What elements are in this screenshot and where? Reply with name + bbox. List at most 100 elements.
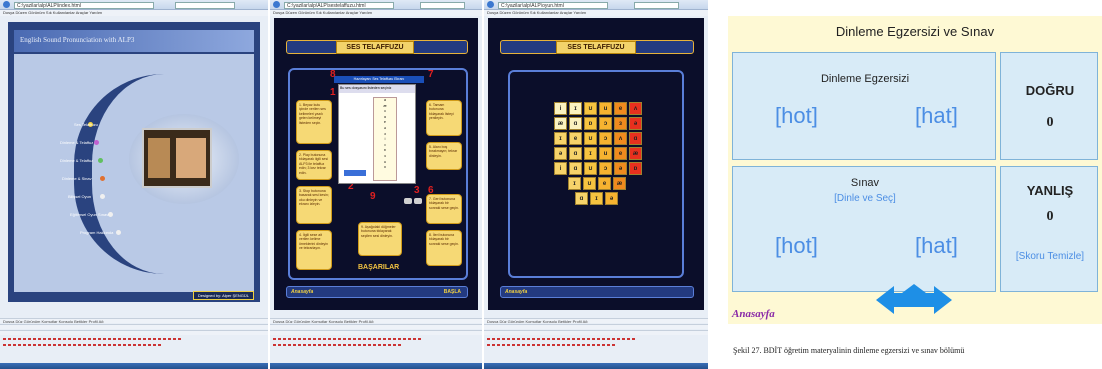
footer-bar: Anasayfa [500,286,694,298]
home-logo[interactable]: Anasayfa [291,289,313,295]
center-arrow-icon [902,284,926,293]
nav-dot-icon [100,176,105,181]
grid-cell[interactable]: ɪ [584,147,597,160]
grid-cell[interactable]: ɔ [599,117,612,130]
wrong-value: 0 [1046,209,1054,224]
grid-cell[interactable]: e [598,177,611,190]
grid-cell[interactable]: ʊ [583,177,596,190]
grid-cell[interactable]: ʌ [614,132,627,145]
grid-cell[interactable]: u [599,147,612,160]
grid-cell[interactable]: ɜ [614,117,627,130]
nav-item-4[interactable]: Dinleme & Sinav [62,176,92,181]
instruction-box-3: 3. Stop butonuna basarak sesi kesin; oku… [296,186,332,224]
grid-cell[interactable]: ə [554,147,567,160]
address-bar[interactable]: C:\yazilar\alp\ALP\sestelaffuzu.html [284,2,394,9]
start-link[interactable]: BAŞLA [444,289,461,295]
console-error-line [273,344,403,346]
exam-label: Sınav [850,177,880,189]
menu-bar: Dosya Düzen Görünüm Sık Kullanılanlar Ar… [0,10,268,16]
grid-cell[interactable]: ə [629,117,642,130]
console-error-line [487,338,637,340]
grid-cell[interactable]: ɑ [569,147,582,160]
grid-cell[interactable]: ɒ [584,117,597,130]
word-hot-button[interactable]: [hot] [775,103,818,129]
nav-dot-icon [116,230,121,235]
grid-cell[interactable]: ɑ [569,162,582,175]
grid-cell[interactable]: i [554,162,567,175]
grid-cell[interactable]: ʌ [629,102,642,115]
grid-cell[interactable]: ə [614,162,627,175]
figure-caption: Şekil 27. BDİT öğretim materyalinin dinl… [733,346,965,355]
panel-2-window: C:\yazilar\alp\ALP\sestelaffuzu.html Dos… [270,0,482,369]
sound-grid: iɪʊueʌæɑɒɔɜəɪeʊɔʌɑəɑɪueæiɑʊɔəɒɪʊeæɑɪə [554,102,644,212]
page-canvas: English Sound Pronunciation with ALP3 Se… [8,22,260,302]
devtools-menu: Dosya Düz Görünüm Komutlar Konsolu Betik… [270,318,482,323]
console-error-line [273,338,423,340]
play-button[interactable] [404,198,412,204]
devtools-tabs [0,324,268,329]
word-listbox[interactable]: a æ ʌ ɑ e ə ɜ i ɪ ɒ ɔ u ʊ [373,97,397,181]
nav-item-6[interactable]: Eğitimsel Oyun Sınavı [70,212,109,217]
console-error-line [3,344,163,346]
browser-back-icon[interactable] [487,1,494,8]
grid-cell[interactable]: ʊ [584,102,597,115]
stop-button[interactable] [414,198,422,204]
navigation-arrows-icon[interactable] [876,284,952,316]
grid-cell[interactable]: ɔ [599,132,612,145]
listening-exercise-label: Dinleme Egzersizi [820,73,910,85]
devtools-menu: Dosya Düz Görünüm Komutlar Konsolu Betik… [484,318,708,323]
nav-item-3[interactable]: Dinleme & Telaffuz [60,158,93,163]
grid-cell[interactable]: æ [629,147,642,160]
grid-cell[interactable]: e [614,102,627,115]
grid-cell[interactable]: ʊ [584,162,597,175]
grid-cell[interactable]: i [554,102,567,115]
page-canvas: SES TELAFFUZU iɪʊueʌæɑɒɔɜəɪeʊɔʌɑəɑɪueæiɑ… [488,18,704,310]
marker-7: 7 [428,69,434,80]
grid-cell[interactable]: æ [613,177,626,190]
correct-value: 0 [1046,115,1054,130]
panel-1-window: C:\yazilar\alp\ALP\index.html Dosya Düze… [0,0,268,369]
grid-cell[interactable]: ɔ [599,162,612,175]
exam-hat-button[interactable]: [hat] [915,233,958,259]
browser-back-icon[interactable] [273,1,280,8]
grid-cell[interactable]: ɑ [575,192,588,205]
nav-item-2[interactable]: Dinleme & Telaffuz [60,140,93,145]
grid-cell[interactable]: u [599,102,612,115]
grid-cell[interactable]: ə [605,192,618,205]
grid-cell[interactable]: ɑ [629,132,642,145]
marker-3: 3 [414,185,420,196]
mini-player[interactable] [343,169,367,177]
grid-cell[interactable]: ɒ [629,162,642,175]
home-logo[interactable]: Anasayfa [732,308,775,320]
search-box[interactable] [175,2,235,9]
grid-cell[interactable]: e [614,147,627,160]
list-item[interactable]: ʊ [374,165,396,171]
grid-cell[interactable]: ɑ [569,117,582,130]
page-title: SES TELAFFUZU [336,41,414,54]
address-bar[interactable]: C:\yazilar\alp\ALP\oyun.html [498,2,608,9]
grid-cell[interactable]: ɪ [590,192,603,205]
search-box[interactable] [420,2,465,9]
banner: English Sound Pronunciation with ALP3 [14,30,254,52]
taskbar [484,363,708,369]
grid-cell[interactable]: ɪ [569,102,582,115]
nav-item-1[interactable]: Ses Telaffuzu [74,122,98,127]
grid-cell[interactable]: ʊ [584,132,597,145]
nav-item-5[interactable]: Bilişsel Oyun [68,194,91,199]
listen-and-choose-button[interactable]: [Dinle ve Seç] [733,193,997,204]
home-logo[interactable]: Anasayfa [505,289,527,295]
grid-cell[interactable]: ɪ [568,177,581,190]
clear-score-button[interactable]: [Skoru Temizle] [1001,251,1099,262]
nav-item-7[interactable]: Program Hakkında [80,230,113,235]
word-hat-button[interactable]: [hat] [915,103,958,129]
search-box[interactable] [634,2,679,9]
grid-cell[interactable]: ɪ [554,132,567,145]
grid-cell[interactable]: e [569,132,582,145]
browser-back-icon[interactable] [3,1,10,8]
grid-cell[interactable]: æ [554,117,567,130]
correct-score-box: DOĞRU 0 [1000,52,1098,160]
exam-hot-button[interactable]: [hot] [775,233,818,259]
video-frame-right [176,138,206,178]
address-bar[interactable]: C:\yazilar\alp\ALP\index.html [14,2,154,9]
marker-8: 8 [330,69,336,80]
